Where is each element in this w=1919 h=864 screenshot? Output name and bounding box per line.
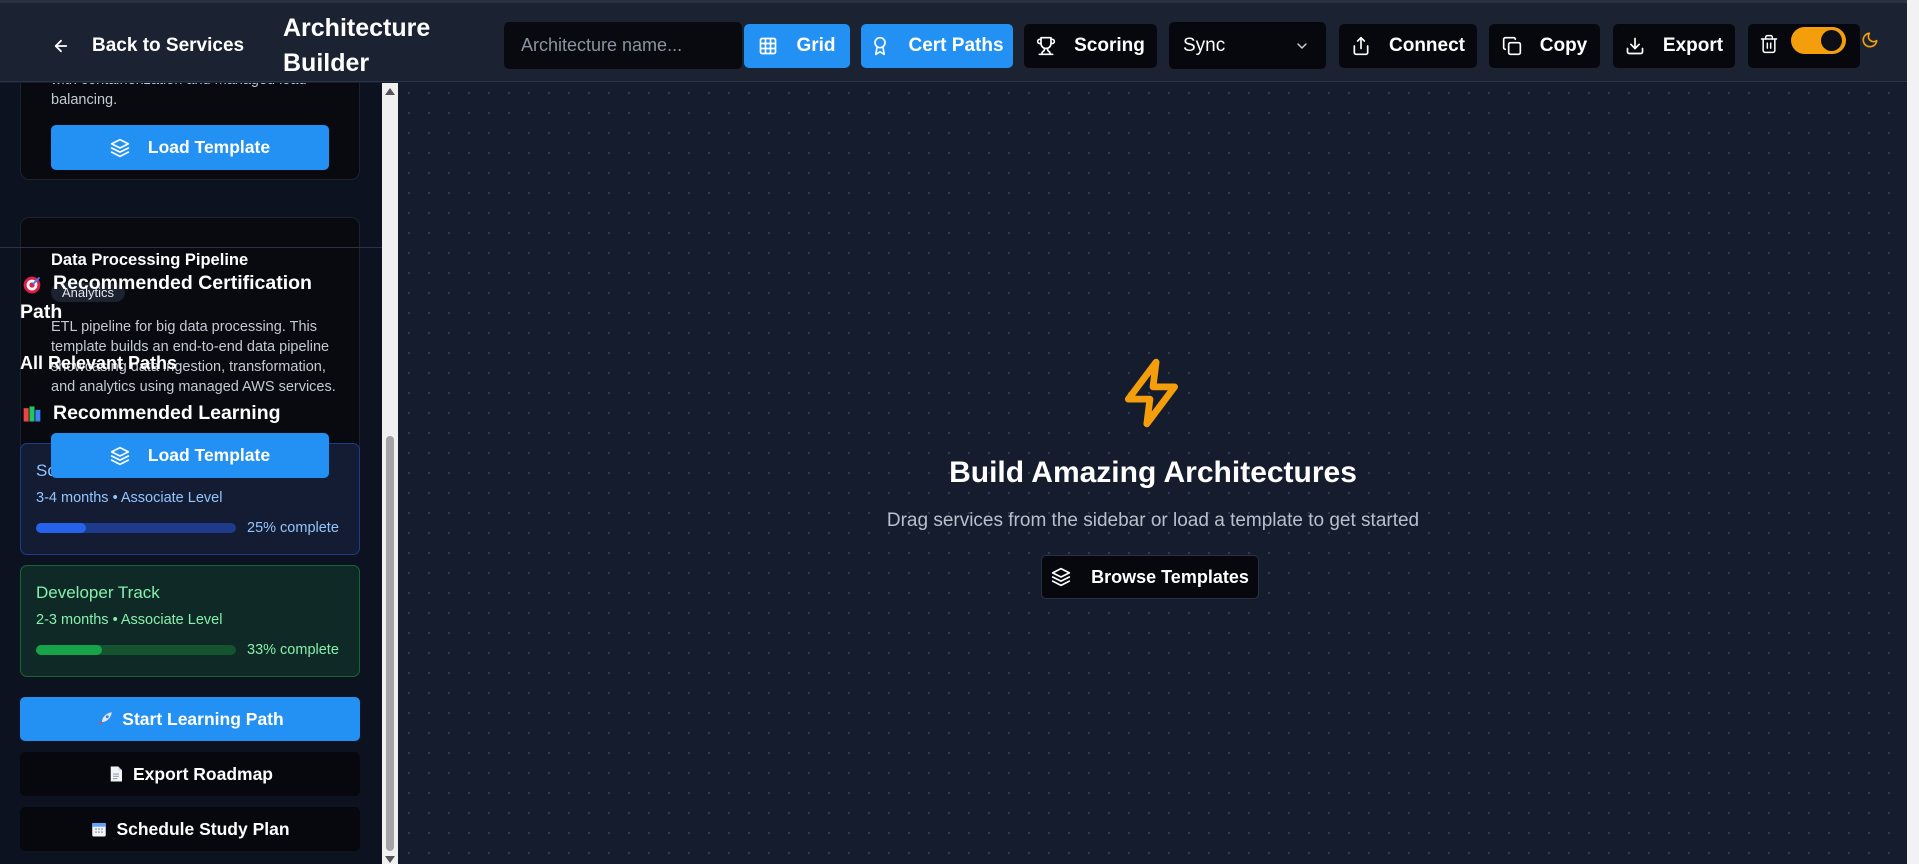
scoring-label: Scoring (1074, 35, 1145, 56)
award-icon (870, 36, 890, 56)
schedule-study-plan-button[interactable]: Schedule Study Plan (20, 807, 360, 851)
scroll-up-arrow[interactable] (385, 88, 395, 95)
layers-icon (1051, 567, 1071, 587)
grid-icon (758, 36, 778, 56)
trash-icon[interactable] (1759, 34, 1779, 54)
recommended-cert-heading-cont: Path (20, 301, 63, 323)
template-card-title: Data Processing Pipeline (51, 251, 249, 269)
toggle-knob (1821, 30, 1842, 51)
back-to-services-label: Back to Services (92, 35, 245, 56)
sidebar: with containerization and managed load b… (0, 83, 382, 864)
lightning-bolt-icon (1116, 355, 1190, 431)
download-icon (1625, 36, 1645, 56)
empty-state-title: Build Amazing Architectures (949, 456, 1357, 489)
page-title: Architecture Builder (283, 14, 431, 77)
section-divider (0, 247, 382, 248)
chevron-down-icon (1294, 38, 1310, 54)
upload-icon (1351, 36, 1371, 56)
sync-select[interactable]: Sync (1169, 22, 1326, 69)
track-progress-bar (36, 523, 236, 533)
books-icon (22, 404, 42, 424)
architecture-canvas[interactable]: Build Amazing Architectures Drag service… (399, 83, 1907, 864)
moon-icon (1861, 31, 1879, 49)
document-icon (107, 765, 125, 783)
target-icon (22, 275, 42, 295)
browse-templates-button[interactable]: Browse Templates (1041, 555, 1259, 599)
export-label: Export (1662, 35, 1724, 56)
all-relevant-paths-heading: All Relevant Paths (20, 353, 178, 373)
track-meta: 2-3 months • Associate Level (36, 612, 223, 628)
empty-state-subtitle: Drag services from the sidebar or load a… (886, 510, 1420, 531)
recommended-cert-heading: Recommended Certification (53, 272, 312, 294)
export-roadmap-label: Export Roadmap (132, 763, 274, 784)
scroll-down-arrow[interactable] (385, 856, 395, 863)
rocket-icon (96, 710, 114, 728)
sidebar-scrollbar-thumb[interactable] (386, 436, 394, 851)
load-template-label: Load Template (147, 137, 271, 157)
arrow-left-icon (52, 37, 70, 55)
grid-label: Grid (796, 35, 836, 56)
export-roadmap-button[interactable]: Export Roadmap (20, 752, 360, 796)
copy-button[interactable]: Copy (1489, 24, 1600, 68)
recommended-learning-heading: Recommended Learning (53, 402, 281, 424)
start-learning-path-label: Start Learning Path (122, 708, 284, 729)
calendar-icon (90, 820, 108, 838)
track-progress-label: 33% complete (247, 642, 339, 658)
layers-icon (110, 138, 130, 158)
load-template-label: Load Template (147, 445, 271, 465)
theme-toggle[interactable] (1791, 27, 1846, 54)
connect-label: Connect (1389, 35, 1465, 56)
start-learning-path-button[interactable]: Start Learning Path (20, 697, 360, 741)
track-progress-bar (36, 645, 236, 655)
scoring-button[interactable]: Scoring (1024, 24, 1157, 68)
cert-paths-button[interactable]: Cert Paths (861, 24, 1013, 68)
export-button[interactable]: Export (1613, 24, 1735, 68)
copy-icon (1502, 36, 1522, 56)
schedule-study-plan-label: Schedule Study Plan (116, 818, 290, 839)
architecture-name-input[interactable] (504, 22, 742, 69)
top-toolbar: Back to Services Architecture Builder Gr… (0, 0, 1907, 82)
layers-icon (110, 446, 130, 466)
grid-button[interactable]: Grid (744, 24, 850, 68)
connect-button[interactable]: Connect (1339, 24, 1477, 68)
track-progress-label: 25% complete (247, 520, 339, 536)
cert-paths-label: Cert Paths (908, 35, 1004, 56)
copy-label: Copy (1539, 35, 1588, 56)
track-card-developer[interactable]: Developer Track 2-3 months • Associate L… (20, 565, 360, 677)
track-name: Developer Track (36, 583, 160, 602)
window-scrollbar[interactable] (1907, 0, 1919, 864)
load-template-button[interactable]: Load Template (51, 125, 329, 170)
track-progress-fill (36, 645, 102, 655)
back-to-services-button[interactable]: Back to Services (52, 31, 244, 61)
track-meta: 3-4 months • Associate Level (36, 490, 223, 506)
sync-selected-value: Sync (1183, 34, 1226, 56)
template-card-description: with containerization and managed load b… (51, 83, 307, 108)
trophy-icon (1036, 36, 1056, 56)
load-template-button[interactable]: Load Template (51, 433, 329, 478)
track-progress-fill (36, 523, 86, 533)
browse-templates-label: Browse Templates (1091, 566, 1249, 587)
